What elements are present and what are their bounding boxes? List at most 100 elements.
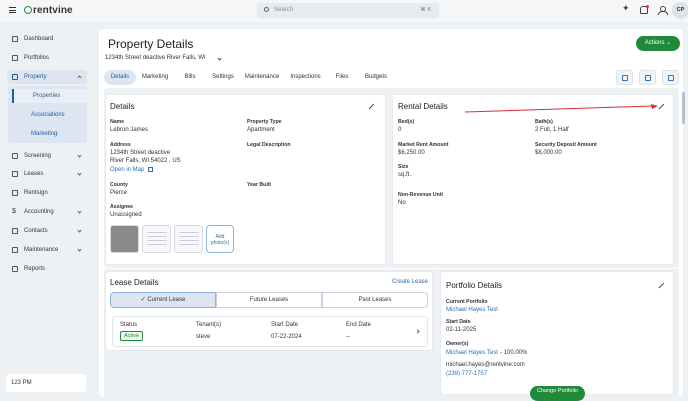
- address-line-2: River Falls, WI 54022 , US: [110, 158, 181, 164]
- property-type-value: Apartment: [247, 127, 275, 133]
- owners-label: Owner(s): [446, 341, 469, 347]
- search-input[interactable]: Search ⌘ K: [257, 3, 439, 18]
- property-type-label: Property Type: [247, 119, 282, 125]
- chevron-up-icon: [77, 75, 82, 80]
- portfolio-icon: [12, 55, 18, 61]
- tab-budgets[interactable]: Budgets: [362, 70, 390, 85]
- tab-maintenance[interactable]: Maintenance: [243, 70, 281, 85]
- maintenance-icon: [12, 247, 18, 253]
- beds-label: Bed(s): [398, 119, 415, 125]
- chart-button[interactable]: [616, 70, 633, 85]
- chevron-down-icon: [77, 247, 82, 252]
- search-placeholder: Search: [274, 7, 294, 13]
- deposit-value: $8,000.00: [535, 150, 562, 156]
- tab-marketing[interactable]: Marketing: [139, 70, 171, 85]
- market-rent-value: $6,250.00: [398, 150, 425, 156]
- portfolio-details-title: Portfolio Details: [446, 281, 503, 290]
- start-date-header: Start Date: [271, 322, 299, 328]
- property-select[interactable]: 1234th Street deactive River Falls, WI: [105, 55, 206, 61]
- person-icon[interactable]: [658, 6, 668, 15]
- open-in-map-link[interactable]: Open in Map: [110, 167, 154, 173]
- current-lease-tab[interactable]: ✓ Current Lease: [110, 292, 216, 308]
- address-label: Address: [110, 142, 131, 148]
- chevron-down-icon: [77, 209, 82, 214]
- name-value: Lebron James: [110, 127, 149, 133]
- search-shortcut: ⌘ K: [420, 7, 431, 13]
- owner-percentage: - 100.00%: [500, 350, 528, 356]
- search-icon: [264, 7, 269, 12]
- chevron-down-icon: [77, 171, 82, 176]
- size-label: Size: [398, 164, 409, 170]
- start-date-cell: 07-22-2024: [271, 334, 302, 340]
- start-date-value: 02-11-2025: [446, 327, 477, 333]
- legal-description-label: Legal Description: [247, 142, 291, 148]
- tab-details[interactable]: Details: [104, 70, 136, 85]
- sidebar-item-accounting[interactable]: $ Accounting: [7, 205, 87, 219]
- tab-files[interactable]: Files: [333, 70, 351, 85]
- assignee-label: Assignee: [110, 204, 134, 210]
- edit-pencil-icon[interactable]: [367, 103, 374, 110]
- non-revenue-label: Non-Revenue Unit: [398, 192, 443, 198]
- property-photo[interactable]: [174, 225, 203, 253]
- property-photo[interactable]: [142, 225, 171, 253]
- size-value: sq.ft.: [398, 172, 412, 178]
- property-icon: [12, 74, 18, 80]
- avatar[interactable]: CP: [672, 2, 688, 19]
- chevron-down-icon: [77, 228, 82, 233]
- tab-settings[interactable]: Settings: [210, 70, 236, 85]
- sparkle-icon[interactable]: ✦: [622, 3, 630, 13]
- create-lease-link[interactable]: Create Lease: [392, 279, 428, 285]
- add-photo-button[interactable]: Add photo(s): [206, 225, 234, 253]
- sidebar-item-leases[interactable]: Leases: [7, 167, 87, 181]
- owner-link[interactable]: Michael Hayes Test: [446, 350, 498, 356]
- status-header: Status: [120, 322, 138, 328]
- menu-icon[interactable]: [9, 7, 16, 13]
- lock-button[interactable]: [662, 70, 679, 85]
- tab-inspections[interactable]: Inspections: [288, 70, 323, 85]
- reports-icon: [12, 266, 18, 272]
- checklist-button[interactable]: [639, 70, 656, 85]
- lock-icon: [668, 75, 674, 81]
- current-portfolio-label: Current Portfolio: [446, 299, 488, 305]
- edit-pencil-icon[interactable]: [657, 103, 664, 110]
- dollar-icon: $: [12, 208, 16, 215]
- red-arrow-annotation: [465, 104, 658, 113]
- sidebar-subitem-marketing[interactable]: Marketing: [12, 127, 86, 141]
- change-portfolio-button[interactable]: Change Portfolio: [530, 386, 585, 401]
- tenant-cell: steve: [196, 334, 211, 340]
- market-rent-label: Market Rent Amount: [398, 142, 449, 148]
- name-label: Name: [110, 119, 125, 125]
- edit-pencil-icon[interactable]: [657, 282, 664, 289]
- past-leases-tab[interactable]: Past Leases: [322, 292, 428, 308]
- current-portfolio-link[interactable]: Michael Hayes Test: [446, 307, 498, 313]
- checklist-icon: [645, 75, 651, 81]
- bell-icon[interactable]: [640, 5, 649, 14]
- sidebar-item-reports[interactable]: Reports: [7, 262, 87, 276]
- tab-bills[interactable]: Bills: [181, 70, 199, 85]
- sidebar-item-screening[interactable]: Screening: [7, 149, 87, 163]
- owner-phone-link[interactable]: (239) 777-1757: [446, 371, 487, 377]
- sidebar-item-dashboard[interactable]: Dashboard: [7, 32, 87, 46]
- table-row[interactable]: [112, 316, 428, 347]
- property-photo[interactable]: [110, 225, 139, 253]
- clock-widget: 123 PM: [6, 374, 86, 392]
- scrollbar[interactable]: [682, 92, 685, 124]
- sidebar-item-rentsign[interactable]: Rentsign: [7, 186, 87, 200]
- dashboard-icon: [12, 36, 18, 42]
- year-built-label: Year Built: [247, 182, 271, 188]
- non-revenue-value: No: [398, 200, 406, 206]
- sidebar-subitem-associations[interactable]: Associations: [12, 108, 86, 122]
- deposit-label: Security Deposit Amount: [535, 142, 597, 148]
- sidebar-item-property[interactable]: Property: [7, 70, 87, 84]
- owner-email: michael.hayes@rentvine.com: [446, 362, 525, 368]
- future-leases-tab[interactable]: Future Leases: [216, 292, 322, 308]
- sidebar-subitem-properties[interactable]: Properties: [12, 89, 88, 103]
- external-link-icon: [148, 167, 154, 172]
- lease-details-title: Lease Details: [110, 278, 159, 287]
- sidebar-item-maintenance[interactable]: Maintenance: [7, 243, 87, 257]
- sidebar-item-contacts[interactable]: Contacts: [7, 224, 87, 238]
- app-logo[interactable]: rentvine: [24, 5, 73, 16]
- address-line-1: 1234th Street deactive: [110, 150, 171, 156]
- actions-button[interactable]: Actions ⌄: [636, 36, 680, 51]
- sidebar-item-portfolios[interactable]: Portfolios: [7, 51, 87, 65]
